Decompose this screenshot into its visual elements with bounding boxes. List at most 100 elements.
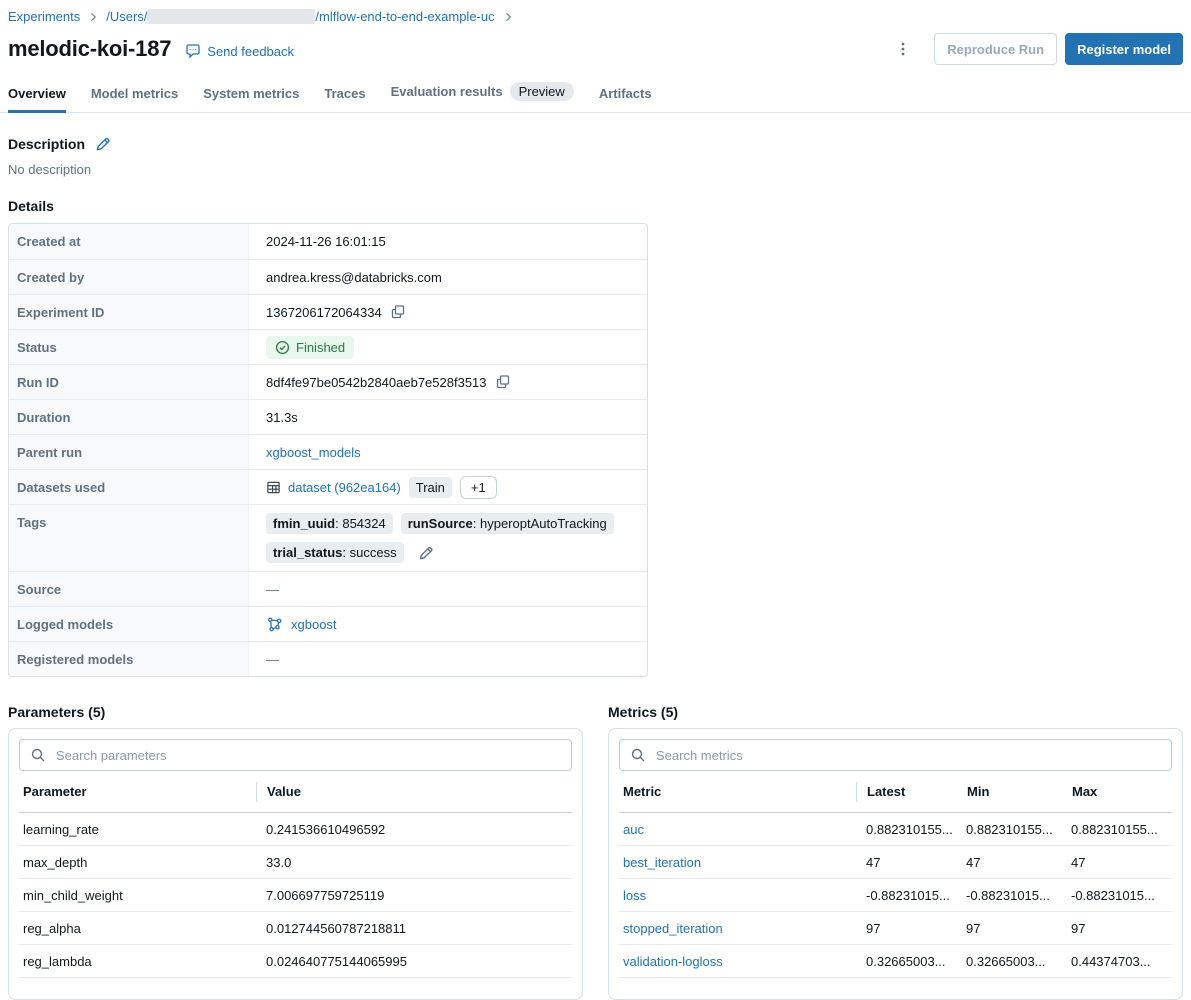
dataset-link[interactable]: dataset (962ea164) xyxy=(288,480,401,495)
row-label: Status xyxy=(9,330,249,364)
metrics-card: Metric Latest Min Max auc 0.882310155...… xyxy=(608,728,1183,1000)
details-row-source: Source — xyxy=(9,571,647,606)
parameters-search-input[interactable] xyxy=(54,747,561,764)
reproduce-run-button[interactable]: Reproduce Run xyxy=(934,33,1057,65)
parameter-value: 0.241536610496592 xyxy=(256,822,572,837)
overflow-menu-button[interactable] xyxy=(890,36,916,62)
row-label: Source xyxy=(9,572,249,606)
metrics-search-input[interactable] xyxy=(654,747,1161,764)
parameters-title: Parameters (5) xyxy=(8,704,583,720)
parameters-card: Parameter Value learning_rate 0.24153661… xyxy=(8,728,583,1000)
details-row-logged-models: Logged models xgboost xyxy=(9,606,647,641)
parameter-value: 0.012744560787218811 xyxy=(256,921,572,936)
parameter-row: min_child_weight 7.006697759725119 xyxy=(19,879,572,912)
metric-link[interactable]: best_iteration xyxy=(623,855,701,870)
metric-min: 97 xyxy=(966,921,1071,936)
description-title: Description xyxy=(8,136,85,152)
parameter-name: reg_lambda xyxy=(19,954,256,969)
metric-link[interactable]: validation-logloss xyxy=(623,954,723,969)
datasets-more-button[interactable]: +1 xyxy=(460,476,497,499)
column-header-parameter: Parameter xyxy=(19,784,256,799)
metric-row: best_iteration 47 47 47 xyxy=(619,846,1172,879)
edit-tags-pencil-icon[interactable] xyxy=(418,545,434,561)
metric-max: 0.882310155... xyxy=(1071,822,1172,837)
tab-evaluation-results[interactable]: Evaluation results Preview xyxy=(391,82,574,113)
parameter-value: 33.0 xyxy=(256,855,572,870)
copy-icon[interactable] xyxy=(495,374,511,390)
parameters-search xyxy=(19,739,572,771)
send-feedback-label: Send feedback xyxy=(207,44,294,59)
tag-key: fmin_uuid xyxy=(273,516,335,531)
parameter-name: max_depth xyxy=(19,855,256,870)
tab-overview[interactable]: Overview xyxy=(8,86,66,113)
overview-content: Description No description Details Creat… xyxy=(0,136,1191,1000)
row-label: Registered models xyxy=(9,642,249,676)
row-label: Created by xyxy=(9,260,249,294)
row-label: Datasets used xyxy=(9,470,249,504)
breadcrumb-experiment-path-link[interactable]: /Users/ /mlflow-end-to-end-example-uc xyxy=(106,9,494,24)
feedback-bubble-icon xyxy=(185,43,201,59)
chevron-right-icon xyxy=(87,11,99,23)
tag-separator: : xyxy=(342,545,349,560)
description-empty-text: No description xyxy=(8,162,1183,177)
column-header-latest: Latest xyxy=(857,784,967,799)
details-row-created-at: Created at 2024-11-26 16:01:15 xyxy=(9,224,647,259)
metric-min: 0.882310155... xyxy=(966,822,1071,837)
column-header-max: Max xyxy=(1072,784,1172,799)
tag-value: success xyxy=(350,545,397,560)
details-row-parent-run: Parent run xgboost_models xyxy=(9,434,647,469)
column-header-metric: Metric xyxy=(619,784,856,799)
parent-run-link[interactable]: xgboost_models xyxy=(266,445,361,460)
metric-latest: 0.882310155... xyxy=(856,822,966,837)
metric-row: stopped_iteration 97 97 97 xyxy=(619,912,1172,945)
register-model-button[interactable]: Register model xyxy=(1065,33,1183,65)
send-feedback-link[interactable]: Send feedback xyxy=(185,43,294,59)
parameter-value: 7.006697759725119 xyxy=(256,888,572,903)
page: Experiments /Users/ /mlflow-end-to-end-e… xyxy=(0,0,1191,65)
registered-models-value: — xyxy=(266,652,279,667)
metric-min: 47 xyxy=(966,855,1071,870)
copy-icon[interactable] xyxy=(390,304,406,320)
tab-model-metrics[interactable]: Model metrics xyxy=(91,86,178,113)
logged-model-link[interactable]: xgboost xyxy=(291,617,337,632)
breadcrumb-path-prefix: /Users/ xyxy=(106,9,147,24)
created-at-value: 2024-11-26 16:01:15 xyxy=(266,234,386,249)
metrics-search xyxy=(619,739,1172,771)
parameter-value: 0.024640775144065995 xyxy=(256,954,572,969)
metric-max: 0.44374703... xyxy=(1071,954,1172,969)
details-row-registered-models: Registered models — xyxy=(9,641,647,676)
page-title: melodic-koi-187 xyxy=(8,36,171,62)
dataset-table-icon xyxy=(266,480,281,495)
metrics-table-header: Metric Latest Min Max xyxy=(619,771,1172,813)
metric-max: 47 xyxy=(1071,855,1172,870)
tab-artifacts[interactable]: Artifacts xyxy=(599,86,652,113)
tag-value: hyperoptAutoTracking xyxy=(480,516,607,531)
details-table: Created at 2024-11-26 16:01:15 Created b… xyxy=(8,223,648,677)
column-header-min: Min xyxy=(967,784,1072,799)
row-label: Experiment ID xyxy=(9,295,249,329)
row-label: Tags xyxy=(9,505,249,571)
tab-traces[interactable]: Traces xyxy=(324,86,365,113)
tag-pill: runSource: hyperoptAutoTracking xyxy=(401,513,614,534)
edit-description-pencil-icon[interactable] xyxy=(95,136,111,152)
metric-max: 97 xyxy=(1071,921,1172,936)
tag-value: 854324 xyxy=(342,516,385,531)
details-row-run-id: Run ID 8df4fe97be0542b2840aeb7e528f3513 xyxy=(9,364,647,399)
metric-link[interactable]: loss xyxy=(623,888,646,903)
metric-link[interactable]: auc xyxy=(623,822,644,837)
metric-latest: 47 xyxy=(856,855,966,870)
breadcrumb-experiments-link[interactable]: Experiments xyxy=(8,9,80,24)
tab-system-metrics[interactable]: System metrics xyxy=(203,86,299,113)
details-title: Details xyxy=(8,198,1183,214)
details-row-tags: Tags fmin_uuid: 854324 runSource: hypero… xyxy=(9,504,647,571)
chevron-right-icon xyxy=(502,11,514,23)
search-icon xyxy=(30,747,46,763)
parameter-name: min_child_weight xyxy=(19,888,256,903)
parameter-row: reg_lambda 0.024640775144065995 xyxy=(19,945,572,978)
metric-link[interactable]: stopped_iteration xyxy=(623,921,723,936)
tag-pill: trial_status: success xyxy=(266,542,404,563)
details-row-duration: Duration 31.3s xyxy=(9,399,647,434)
metric-row: auc 0.882310155... 0.882310155... 0.8823… xyxy=(619,813,1172,846)
tag-separator: : xyxy=(473,516,480,531)
tables-section: Parameters (5) Parameter Value learning_… xyxy=(8,704,1183,1000)
